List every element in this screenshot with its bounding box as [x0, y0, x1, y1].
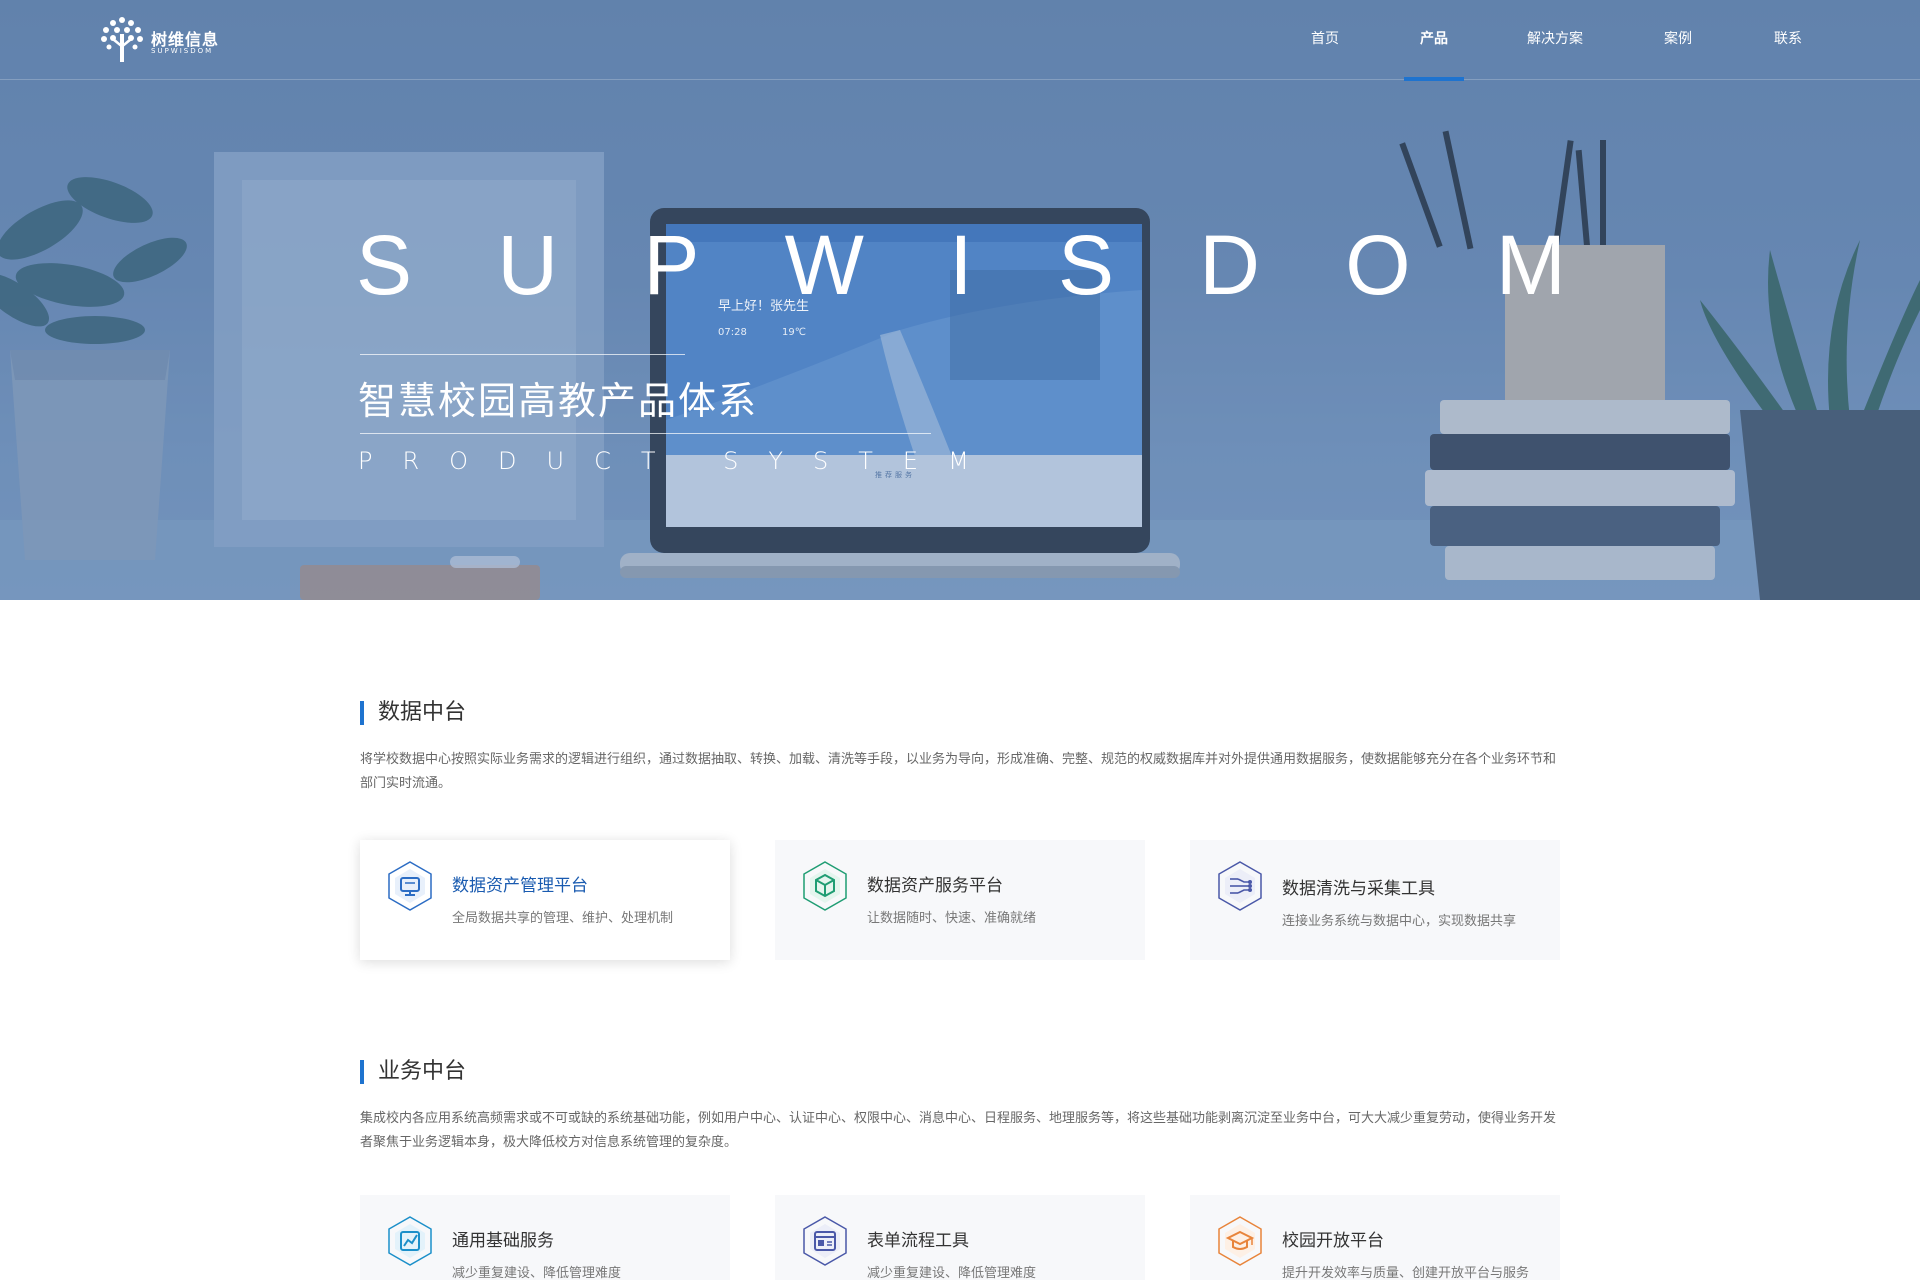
nav-cases[interactable]: 案例	[1650, 0, 1706, 80]
nav-home[interactable]: 首页	[1297, 0, 1353, 80]
card-title: 通用基础服务	[452, 1231, 554, 1251]
nav-contact[interactable]: 联系	[1760, 0, 1816, 80]
card-title: 表单流程工具	[867, 1231, 969, 1251]
hero-subtitle: 智慧校园高教产品体系	[358, 379, 759, 423]
nav-products[interactable]: 产品	[1404, 0, 1464, 81]
chart-icon	[388, 1216, 432, 1266]
card-desc: 全局数据共享的管理、维护、处理机制	[452, 911, 674, 926]
hero-title-letter: S	[1057, 218, 1114, 312]
card-form-workflow[interactable]: 表单流程工具 减少重复建设、降低管理难度	[775, 1195, 1145, 1280]
card-common-services[interactable]: 通用基础服务 减少重复建设、降低管理难度	[360, 1195, 730, 1280]
hero-title-letter: I	[949, 218, 973, 312]
graduation-cap-icon	[1218, 1216, 1262, 1266]
card-campus-open-platform[interactable]: 校园开放平台 提升开发效率与质量、创建开放平台与服务	[1190, 1195, 1560, 1280]
hero-title-letter: W	[784, 218, 864, 312]
card-desc: 减少重复建设、降低管理难度	[867, 1266, 1037, 1280]
cube-icon	[803, 861, 847, 911]
hero-banner: 早上好！张先生 07:28 19℃ 推荐服务 树维信息 SUPWISDOM 首页…	[0, 0, 1920, 600]
hero-subtitle-en: PRODUCT SYSTEM	[358, 447, 999, 475]
card-title: 校园开放平台	[1282, 1231, 1384, 1251]
card-data-asset-service[interactable]: 数据资产服务平台 让数据随时、快速、准确就绪	[775, 840, 1145, 960]
monitor-icon	[388, 861, 432, 911]
hero-divider-top	[360, 354, 685, 355]
hero-title-letter: P	[643, 218, 700, 312]
section-title-data-platform: 数据中台	[360, 701, 466, 725]
tree-logo-icon	[101, 17, 143, 62]
section-desc-business-platform: 集成校内各应用系统高频需求或不可或缺的系统基础功能，例如用户中心、认证中心、权限…	[360, 1111, 1557, 1150]
brand-logo[interactable]: 树维信息 SUPWISDOM	[99, 14, 229, 66]
section-desc-data-platform: 将学校数据中心按照实际业务需求的逻辑进行组织，通过数据抽取、转换、加载、清洗等手…	[360, 752, 1557, 791]
hero-title-letter: U	[497, 218, 559, 312]
screen-time: 07:28	[718, 327, 747, 338]
card-data-cleaning-tool[interactable]: 数据清洗与采集工具 连接业务系统与数据中心，实现数据共享	[1190, 840, 1560, 960]
hero-title-letter: D	[1199, 218, 1260, 312]
section-title-business-platform: 业务中台	[360, 1060, 466, 1084]
nav-products-label: 产品	[1420, 31, 1448, 47]
hero-title-letter: S	[356, 218, 413, 312]
card-title: 数据资产管理平台	[452, 876, 588, 896]
hero-divider-bottom	[360, 433, 931, 434]
nav-solutions[interactable]: 解决方案	[1515, 0, 1595, 80]
card-desc: 减少重复建设、降低管理难度	[452, 1266, 622, 1280]
card-desc: 提升开发效率与质量、创建开放平台与服务	[1282, 1266, 1530, 1280]
screen-temperature: 19℃	[782, 327, 806, 338]
form-icon	[803, 1216, 847, 1266]
card-desc: 连接业务系统与数据中心，实现数据共享	[1282, 914, 1517, 929]
brand-name-en: SUPWISDOM	[151, 47, 214, 55]
network-icon	[1218, 861, 1262, 911]
card-title: 数据清洗与采集工具	[1282, 879, 1435, 899]
hero-title: S U P W I S D O M	[356, 215, 1566, 315]
card-title: 数据资产服务平台	[867, 876, 1003, 896]
hero-title-letter: O	[1345, 218, 1411, 312]
hero-title-letter: M	[1495, 218, 1566, 312]
card-desc: 让数据随时、快速、准确就绪	[867, 911, 1037, 926]
top-navigation: 树维信息 SUPWISDOM 首页 产品 解决方案 案例 联系	[0, 0, 1920, 81]
card-data-asset-management[interactable]: 数据资产管理平台 全局数据共享的管理、维护、处理机制	[360, 840, 730, 960]
nav-active-indicator	[1404, 77, 1464, 81]
